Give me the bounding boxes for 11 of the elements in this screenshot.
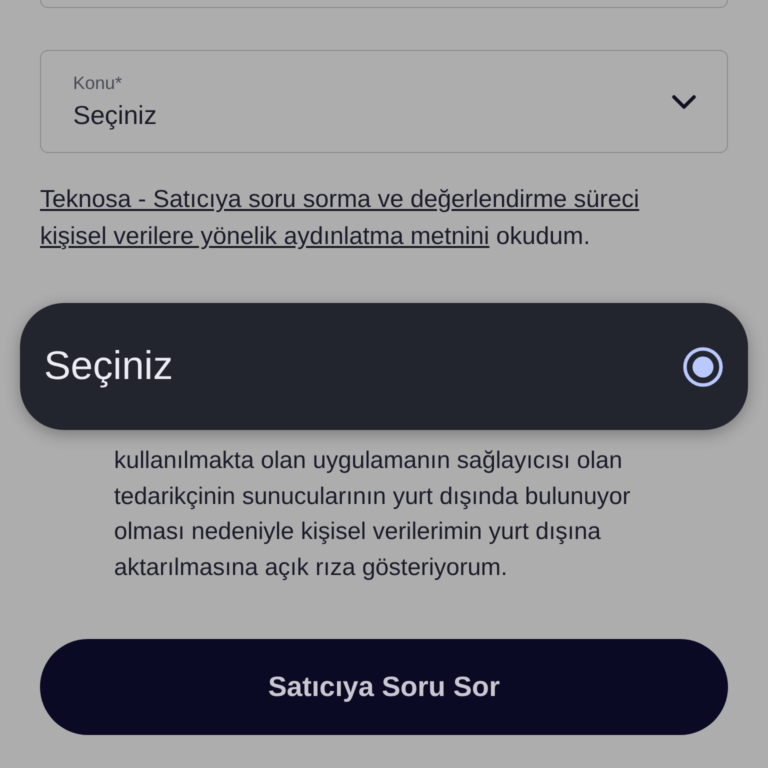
subject-dropdown[interactable]: Konu* Seçiniz — [40, 50, 728, 153]
consent-text: Teknosa - Satıcıya soru sorma ve değerlendirme süreci kişisel verilere yönelik aydınlatma metnini okudum. — [40, 185, 640, 252]
privacy-notice-link[interactable]: kişisel verilere yönelik aydınlatma metnini — [40, 223, 490, 250]
chevron-down-icon — [671, 94, 697, 110]
privacy-notice-link[interactable]: Teknosa - Satıcıya soru sorma ve değerlendirme süreci — [40, 186, 640, 213]
field-value: Seçiniz — [73, 100, 157, 130]
radio-button[interactable] — [682, 346, 724, 388]
option-label[interactable]: Seçiniz — [44, 344, 173, 389]
consent-paragraph: kullanılmakta olan uygulamanın sağlayıcısı olan tedarikçinin sunucularının yurt dışında bulunuyor olması nedeniyle kişisel verilerimin yurt dışına aktarılmasına açık rıza gösteriyorum. — [114, 446, 632, 582]
ask-seller-button[interactable]: Satıcıya Soru Sor — [40, 639, 728, 735]
field-label: Konu* — [73, 72, 122, 94]
